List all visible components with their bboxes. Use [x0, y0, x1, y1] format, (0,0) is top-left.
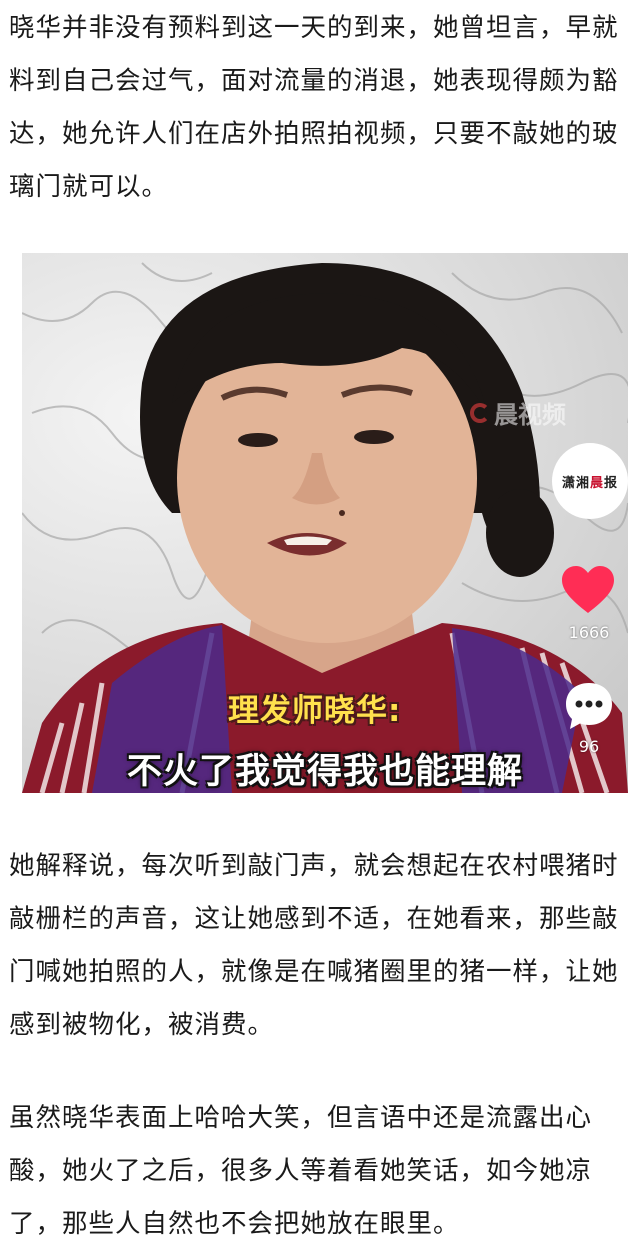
badge-text-2: 晨: [589, 475, 604, 491]
badge-text-3: 报: [604, 475, 619, 491]
caption-speaker: 理发师晓华:: [228, 693, 402, 729]
channel-badge[interactable]: 潇湘 晨 报: [552, 443, 628, 519]
paragraph-2: 她解释说，每次听到敲门声，就会想起在农村喂猪时敲栅栏的声音，这让她感到不适，在她…: [9, 851, 619, 1040]
watermark-logo-icon: [470, 402, 490, 423]
paragraph-3: 虽然晓华表面上哈哈大笑，但言语中还是流露出心酸，她火了之后，很多人等着看她笑话，…: [9, 1103, 593, 1239]
video-watermark: 晨视频: [470, 395, 566, 430]
caption-quote: 不火了我觉得我也能理解: [126, 752, 523, 792]
heart-icon[interactable]: [560, 563, 616, 619]
like-count: 1666: [568, 623, 610, 642]
badge-text-1: 潇湘: [561, 475, 590, 491]
paragraph-1: 晓华并非没有预料到这一天的到来，她曾坦言，早就料到自己会过气，面对流量的消退，她…: [9, 13, 619, 202]
comment-icon[interactable]: [562, 679, 616, 733]
video-frame[interactable]: 晨视频 潇湘 晨 报 1666 96 理发师晓华: 不火了我觉得我也能理解: [22, 253, 628, 793]
